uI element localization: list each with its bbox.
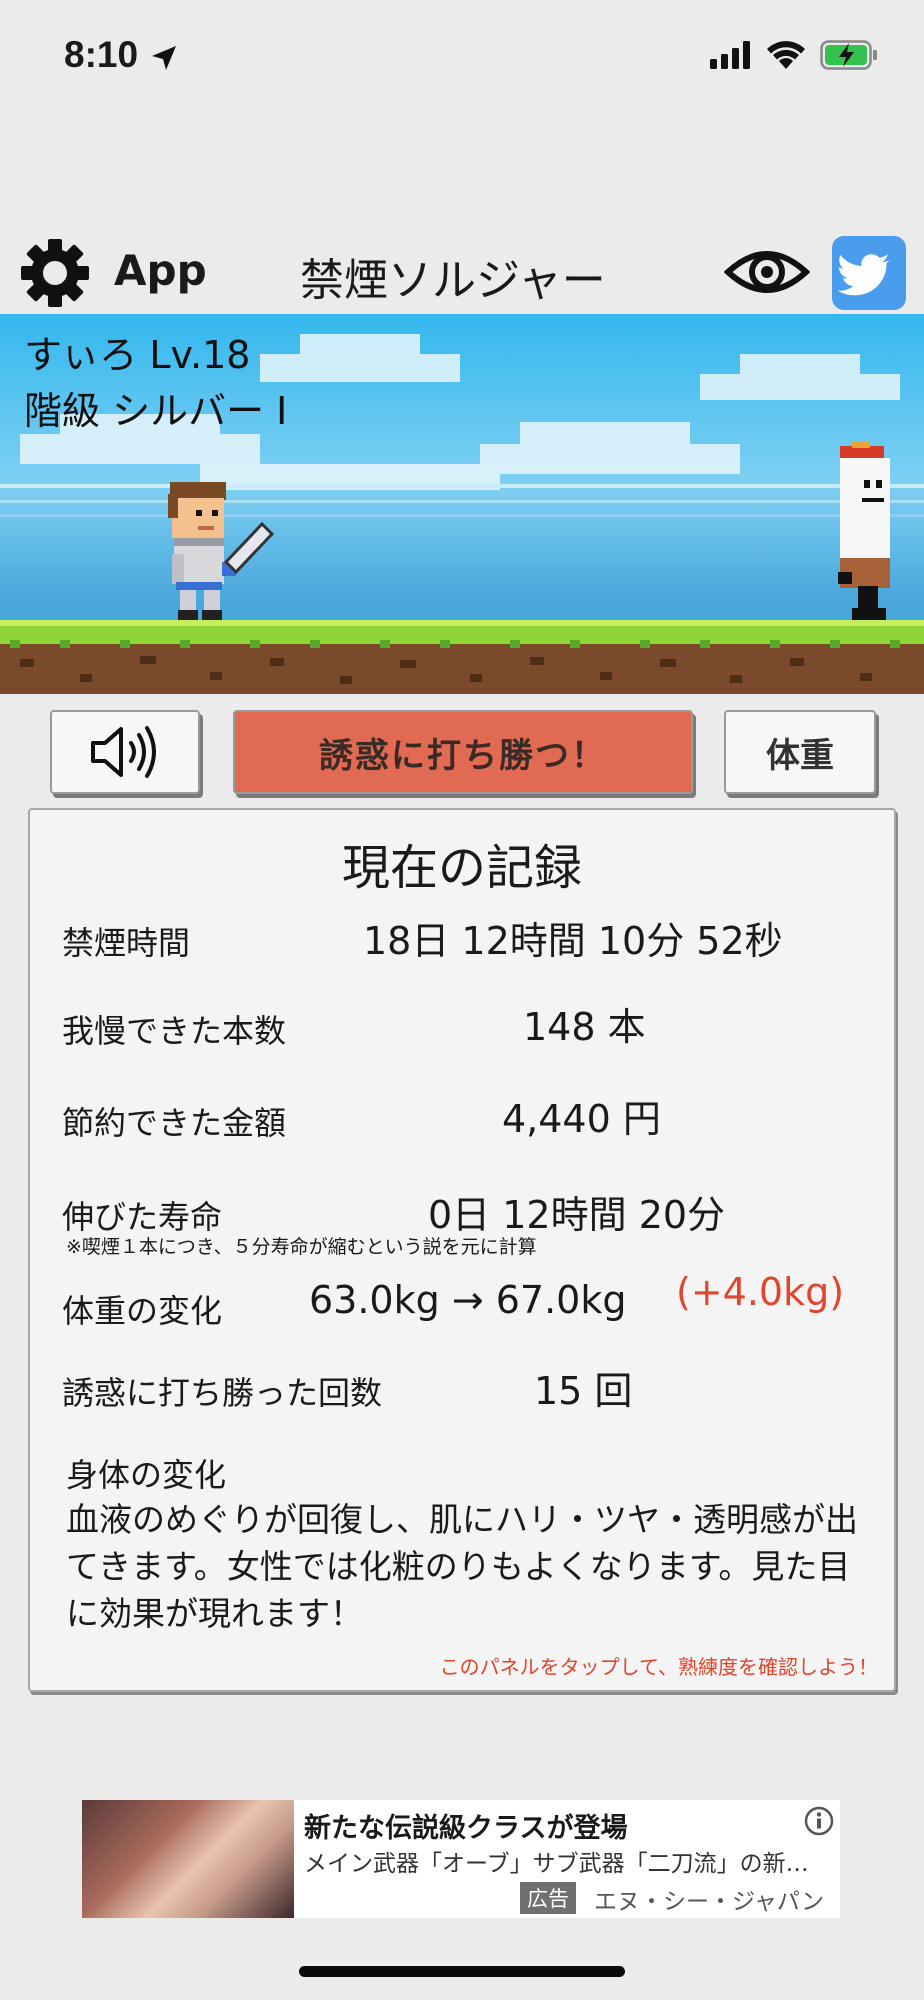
record-title: 現在の記録 — [341, 840, 582, 896]
status-time: 8:10 — [64, 34, 139, 75]
home-indicator[interactable] — [299, 1966, 625, 1977]
record-panel[interactable]: 現在の記録 禁煙時間 18日 12時間 10分 52秒 我慢できた本数 148 … — [28, 808, 896, 1692]
cigarette-enemy — [838, 442, 890, 620]
sound-toggle-button[interactable] — [50, 710, 200, 794]
body-change-title: 身体の変化 — [66, 1456, 227, 1494]
battery-charging-icon — [820, 40, 877, 70]
lifespan-note: ※喫煙１本につき、５分寿命が縮むという説を元に計算 — [66, 1236, 537, 1258]
weight-change-label: 体重の変化 — [62, 1292, 223, 1330]
money-saved-label: 節約できた金額 — [62, 1104, 287, 1142]
info-icon[interactable] — [804, 1806, 834, 1836]
game-scene[interactable]: すぃろ Lv.18 階級 シルバー I — [0, 314, 924, 694]
weight-change-value: 63.0kg → 67.0kg — [309, 1278, 627, 1322]
page-title: 禁煙ソルジャー — [300, 255, 606, 306]
weight-diff: (+4.0kg) — [676, 1270, 845, 1314]
panel-hint: このパネルをタップして、熟練度を確認しよう！ — [439, 1655, 878, 1679]
speaker-icon — [91, 726, 156, 778]
ad-badge: 広告 — [520, 1882, 576, 1914]
weight-button[interactable]: 体重 — [724, 710, 876, 794]
status-icons — [710, 40, 878, 70]
player-name-level: すぃろ Lv.18 — [24, 333, 251, 377]
cellular-signal-icon — [710, 41, 750, 69]
gear-icon[interactable] — [20, 238, 90, 308]
player-rank: 階級 シルバー I — [24, 389, 288, 433]
nav-bar: App 禁煙ソルジャー — [0, 230, 924, 314]
money-saved-value: 4,440 円 — [502, 1097, 661, 1141]
location-arrow-icon — [152, 46, 176, 70]
resist-temptation-button[interactable]: 誘惑に打ち勝つ！ — [233, 710, 693, 794]
ad-advertiser: エヌ・シー・ジャパン — [594, 1889, 824, 1915]
cigarettes-resisted-value: 148 本 — [523, 1005, 646, 1049]
ad-body: メイン武器「オーブ」サブ武器「二刀流」の新職業が登場 — [304, 1851, 828, 1877]
status-bar: 8:10 — [0, 0, 924, 120]
smoke-free-time-value: 18日 12時間 10分 52秒 — [363, 919, 783, 963]
body-change-text: 血液のめぐりが回復し、肌にハリ・ツヤ・透明感が出てきます。女性では化粧のりもよく… — [66, 1500, 858, 1633]
cigarettes-resisted-label: 我慢できた本数 — [62, 1012, 287, 1050]
eye-icon[interactable] — [724, 244, 810, 300]
life-extended-value: 0日 12時間 20分 — [428, 1193, 726, 1237]
temptations-won-value: 15 回 — [534, 1369, 633, 1413]
twitter-icon — [837, 254, 890, 296]
app-button[interactable]: App — [114, 246, 207, 295]
twitter-button[interactable] — [832, 236, 906, 310]
smoke-free-time-label: 禁煙時間 — [62, 924, 191, 962]
ad-banner[interactable]: 新たな伝説級クラスが登場 メイン武器「オーブ」サブ武器「二刀流」の新職業が登場 … — [82, 1800, 840, 1918]
temptations-won-label: 誘惑に打ち勝った回数 — [62, 1374, 383, 1412]
wifi-icon — [767, 41, 805, 69]
ad-image — [82, 1800, 294, 1918]
ad-headline: 新たな伝説級クラスが登場 — [304, 1813, 628, 1844]
